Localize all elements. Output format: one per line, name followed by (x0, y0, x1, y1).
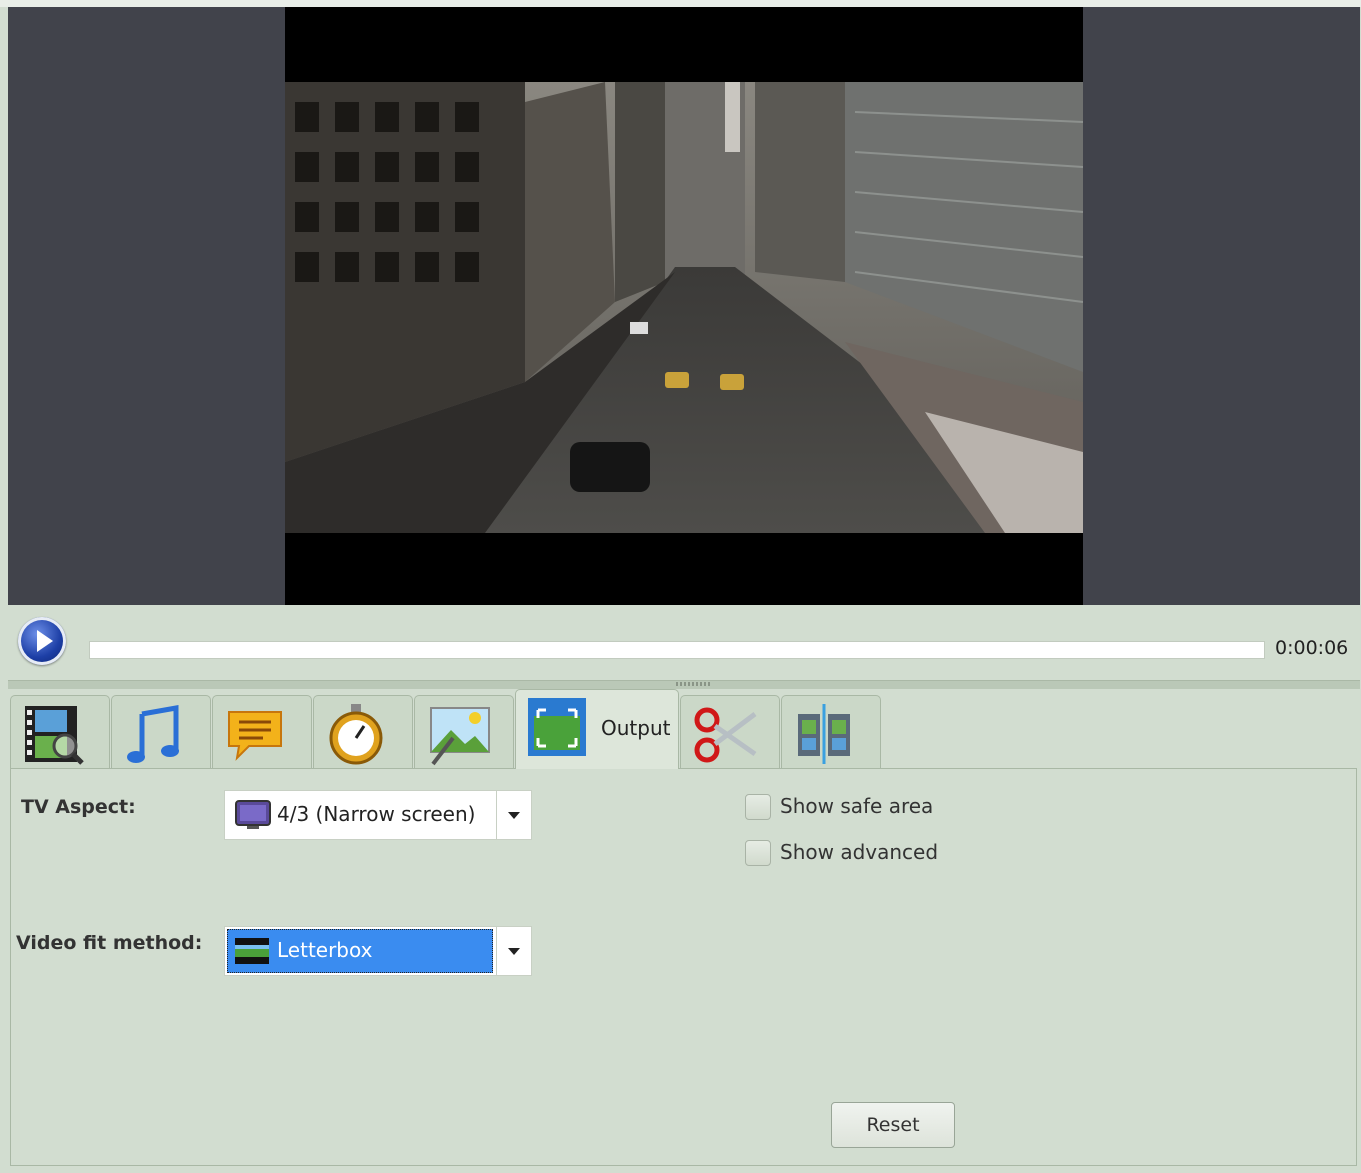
fit-frame-icon (528, 698, 586, 756)
cut-tab[interactable] (680, 695, 780, 768)
settings-tab-bar: Output (10, 689, 1360, 769)
subtitles-tab[interactable] (212, 695, 312, 768)
play-button[interactable] (18, 617, 66, 665)
tv-aspect-dropdown[interactable]: 4/3 (Narrow screen) (224, 790, 532, 840)
timing-tab[interactable] (313, 695, 413, 768)
play-icon (37, 630, 53, 652)
show-advanced-checkbox[interactable] (745, 840, 771, 866)
video-frame (285, 7, 1083, 605)
playback-controls: 0:00:06 (0, 605, 1361, 685)
audio-tab[interactable] (111, 695, 211, 768)
tv-aspect-label: TV Aspect: (21, 796, 136, 818)
tv-aspect-value: 4/3 (Narrow screen) (277, 802, 476, 826)
music-note-icon (127, 705, 179, 763)
image-tab[interactable] (414, 695, 514, 768)
letterbox-icon (235, 938, 269, 964)
show-safe-area-label[interactable]: Show safe area (780, 794, 933, 818)
tv-aspect-dropdown-arrow[interactable] (496, 791, 531, 839)
window-top-edge (0, 0, 1361, 7)
panel-splitter[interactable] (8, 680, 1360, 689)
scissors-icon (694, 707, 757, 763)
splitter-grip (676, 682, 710, 686)
playback-progress-bar[interactable] (89, 641, 1265, 659)
playback-time: 0:00:06 (1275, 637, 1349, 659)
film-split-icon (798, 704, 850, 764)
output-tab-label: Output (601, 716, 671, 740)
video-image (285, 82, 1083, 533)
video-tab[interactable] (10, 695, 110, 768)
video-fit-dropdown-arrow[interactable] (496, 927, 531, 975)
video-fit-method-value: Letterbox (277, 938, 373, 962)
monitor-icon (235, 800, 271, 829)
output-settings-panel: TV Aspect: 4/3 (Narrow screen) Show safe… (10, 768, 1357, 1166)
speech-bubble-icon (228, 711, 282, 761)
video-fit-method-label: Video fit method: (16, 932, 203, 954)
reset-button[interactable]: Reset (831, 1102, 955, 1148)
stopwatch-icon (329, 704, 383, 765)
show-advanced-label[interactable]: Show advanced (780, 840, 938, 864)
split-tab[interactable] (781, 695, 881, 768)
video-fit-method-dropdown[interactable]: Letterbox (224, 926, 532, 976)
picture-brush-icon (430, 707, 490, 766)
film-magnifier-icon (25, 706, 84, 765)
video-preview-area (8, 7, 1360, 605)
show-safe-area-checkbox[interactable] (745, 794, 771, 820)
output-tab[interactable]: Output (515, 689, 679, 769)
